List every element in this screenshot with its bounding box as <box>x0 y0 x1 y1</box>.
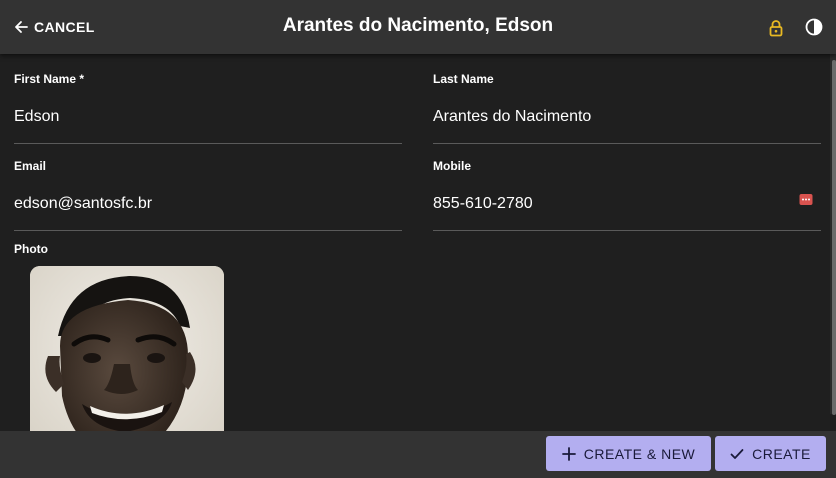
photo-label: Photo <box>14 242 48 256</box>
contrast-icon <box>805 18 823 36</box>
action-bar: CREATE & NEW CREATE <box>0 431 836 478</box>
theme-toggle-button[interactable] <box>805 18 823 36</box>
last-name-field: Last Name Arantes do Nacimento <box>433 72 821 144</box>
email-input[interactable]: edson@santosfc.br <box>14 195 402 218</box>
first-name-label: First Name * <box>14 72 85 86</box>
sms-icon[interactable] <box>799 193 813 207</box>
email-field: Email edson@santosfc.br <box>14 159 402 231</box>
first-name-input[interactable]: Edson <box>14 108 402 131</box>
first-name-field: First Name * Edson <box>14 72 402 144</box>
lock-icon <box>769 20 783 37</box>
mobile-label: Mobile <box>433 159 471 173</box>
email-underline <box>14 230 402 231</box>
email-label: Email <box>14 159 47 173</box>
create-and-new-label: CREATE & NEW <box>583 445 696 462</box>
last-name-input[interactable]: Arantes do Nacimento <box>433 108 821 131</box>
create-button[interactable]: CREATE <box>715 436 826 471</box>
mobile-field: Mobile 855-610-2780 <box>433 159 821 231</box>
plus-icon <box>561 446 576 461</box>
last-name-underline <box>433 143 821 144</box>
create-label: CREATE <box>752 445 811 462</box>
last-name-label: Last Name <box>433 72 494 86</box>
scrollbar-thumb[interactable] <box>832 60 836 415</box>
check-icon <box>730 448 744 459</box>
mobile-input[interactable]: 855-610-2780 <box>433 195 821 218</box>
app-header: CANCEL Arantes do Nacimento, Edson <box>0 0 836 54</box>
mobile-underline <box>433 230 821 231</box>
lock-button[interactable] <box>766 18 786 38</box>
first-name-underline <box>14 143 402 144</box>
page-title: Arantes do Nacimento, Edson <box>282 15 554 36</box>
create-and-new-button[interactable]: CREATE & NEW <box>546 436 711 471</box>
